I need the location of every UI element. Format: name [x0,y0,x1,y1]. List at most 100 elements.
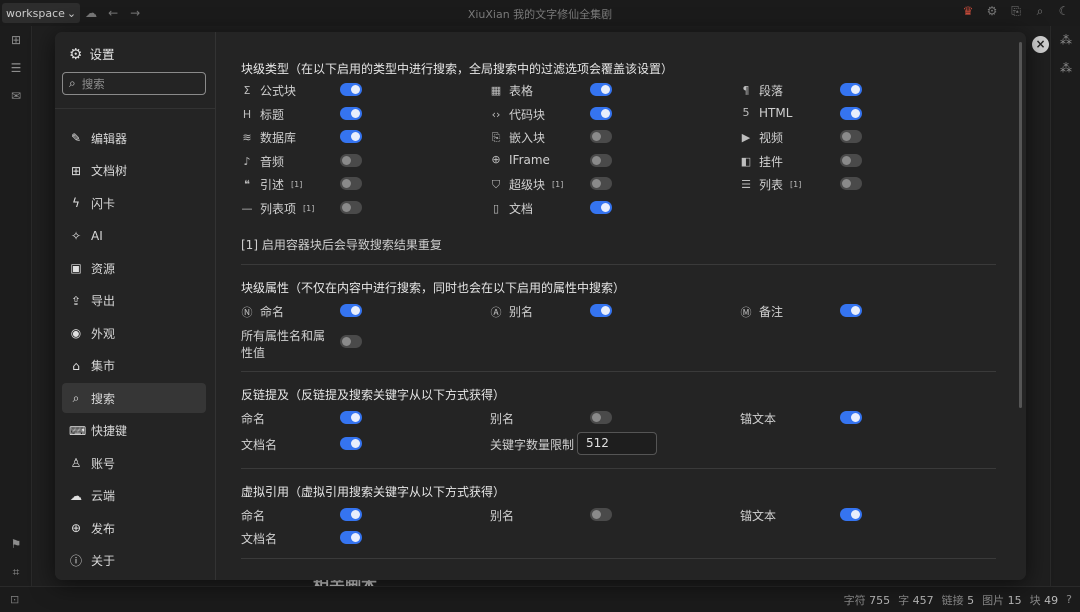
option-label: HTML [759,105,793,120]
nav-item-globe[interactable]: ⊕ 发布 [62,513,206,543]
toggle-block-type-iframe-globe[interactable] [590,153,612,167]
option-label: 嵌入块 [509,131,546,145]
option-label: 文档 [509,201,534,216]
toggle-virtual-ref-option[interactable] [340,508,362,521]
nav-item-keyboard[interactable]: ⌨ 快捷键 [62,416,206,446]
nav-item-image[interactable]: ▣ 资源 [62,253,206,283]
toggle-backlink-option[interactable] [590,411,612,424]
toggle-block-attr-name[interactable] [340,304,362,317]
toggle-block-type-quote[interactable] [340,177,362,190]
toggle-block-attr-alias[interactable] [590,304,612,317]
nav-item-label: 发布 [91,521,116,536]
plugin-icon[interactable]: ⚙ [982,4,1002,19]
back-icon[interactable]: ← [102,6,124,20]
tree-icon: ⊞ [70,163,82,178]
settings-search-input[interactable] [81,76,192,91]
nav-item-flash[interactable]: ϟ 闪卡 [62,188,206,218]
title-bar: workspace ⌄ ☁ ← → XiuXian 我的文字修仙全集剧 ♛ ⚙ … [0,0,1080,26]
toggle-block-type-paragraph[interactable] [840,83,862,96]
toggle-backlink-option[interactable] [840,411,862,424]
settings-search[interactable]: ⌕ [62,72,206,95]
forward-icon[interactable]: → [124,6,146,20]
toggle-block-type-video[interactable] [840,130,862,143]
scrollbar[interactable] [1019,42,1022,408]
nav-item-label: 外观 [91,326,116,341]
nav-item-upload[interactable]: ⇪ 导出 [62,286,206,316]
toggle-block-type-heading[interactable] [340,106,362,120]
nav-item-label: 编辑器 [91,131,128,146]
sigma-icon: Σ [243,84,251,97]
image-count: 图片 15 [982,593,1022,607]
bookmark-icon[interactable]: ⚑ [0,530,32,558]
toggle-block-type-mic[interactable] [340,153,362,167]
dock-toggle-icon[interactable]: ⊡ [10,593,19,606]
toggle-virtual-ref-option[interactable] [340,531,362,544]
tag-icon[interactable]: ⌗ [0,558,32,586]
nav-item-label: 导出 [91,294,116,308]
nav-item-tree[interactable]: ⊞ 文档树 [62,156,206,186]
graph-icon[interactable]: ⁂ [1051,26,1080,54]
toggle-block-type-code[interactable] [590,106,612,120]
inbox-icon[interactable]: ✉ [0,82,32,110]
keyword-limit-input[interactable]: 512 [577,432,657,455]
toggle-virtual-ref-option[interactable] [590,508,612,521]
option-label: 数据库 [260,131,297,145]
nav-item-info[interactable]: ⓘ 关于 [62,546,206,576]
block-type-video: ▶ 视频 [740,129,783,146]
file-tree-icon[interactable]: ⊞ [0,26,32,54]
option-label: 引述 [260,178,285,192]
divider [241,264,996,265]
nav-item-palette[interactable]: ◉ 外观 [62,318,206,348]
toggle-backlink-option[interactable] [340,411,362,424]
video-icon: ▶ [741,131,751,144]
nav-item-pen[interactable]: ✎ 编辑器 [62,123,206,153]
workspace-button[interactable]: workspace ⌄ [2,3,81,23]
toggle-block-type-sigma[interactable] [340,83,362,96]
right-dock: ⁂ ⁂ [1050,26,1080,586]
help-icon[interactable]: ? [1066,593,1072,606]
close-icon[interactable]: × [1032,36,1049,53]
nav-item-user[interactable]: ♙ 账号 [62,448,206,478]
toggle-block-type-widget[interactable] [840,153,862,167]
toggle-block-type-html[interactable] [840,106,862,120]
nav-item-search[interactable]: ⌕ 搜索 [62,383,206,413]
nav-item-sparkle[interactable]: ✧ AI [62,221,206,251]
toggle-virtual-ref-option[interactable] [840,508,862,521]
upload-icon: ⇪ [70,293,82,308]
toggle-block-type-document[interactable] [590,200,612,214]
block-type-paragraph: ¶ 段落 [740,82,784,99]
option-label: 锚文本 [740,412,777,426]
option-label: 文档名 [241,532,278,546]
option-label: 代码块 [509,107,546,122]
option-label: 别名 [490,412,515,426]
toggle-block-type-list-item[interactable] [340,200,362,214]
widget-icon: ◧ [740,154,752,168]
toggle-block-type-superblock[interactable] [590,177,612,190]
crown-icon[interactable]: ♛ [958,4,978,19]
sync-icon[interactable]: ☁ [80,6,102,20]
toggle-block-type-database[interactable] [340,130,362,143]
option-label: 命名 [241,509,266,523]
divider [241,558,996,559]
option-label: 标题 [260,107,285,122]
database-icon: ≋ [242,131,252,144]
dark-mode-icon[interactable]: ☾ [1054,4,1074,19]
nav-item-cloud[interactable]: ☁ 云端 [62,481,206,511]
toggle-backlink-option[interactable] [340,437,362,450]
code-icon: ‹› [491,107,501,121]
global-graph-icon[interactable]: ⁂ [1051,54,1080,82]
toggle-block-type-embed[interactable] [590,130,612,143]
option-label: 列表 [759,178,784,192]
export-icon[interactable]: ⎘ [1006,4,1026,19]
toggle-all-attrs[interactable] [340,335,362,348]
toggle-block-type-table[interactable] [590,83,612,96]
toggle-block-type-list[interactable] [840,177,862,190]
nav-item-label: 集市 [91,359,116,373]
nav-item-store[interactable]: ⌂ 集市 [62,351,206,381]
search-icon[interactable]: ⌕ [1030,4,1050,19]
outline-icon[interactable]: ☰ [0,54,32,82]
option-label: 段落 [759,84,784,98]
block-count: 块 49 [1029,593,1059,607]
section-title-block-types: 块级类型（在以下启用的类型中进行搜索，全局搜索中的过滤选项会覆盖该设置） [241,62,674,76]
toggle-block-attr-memo[interactable] [840,304,862,317]
